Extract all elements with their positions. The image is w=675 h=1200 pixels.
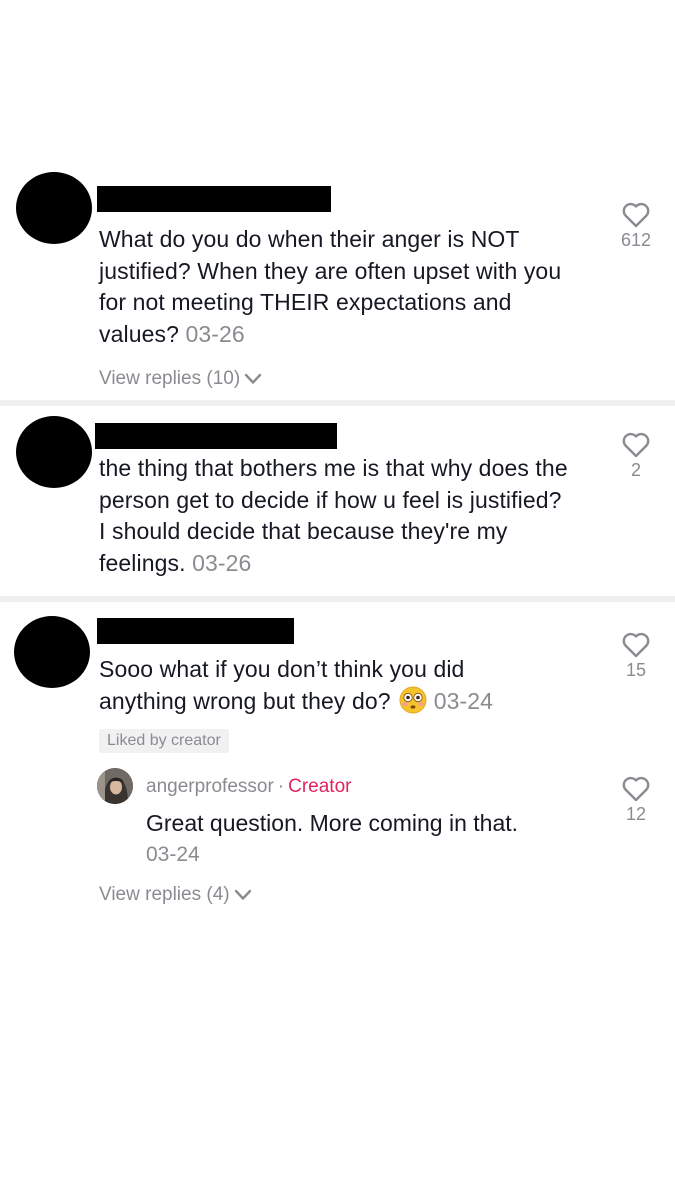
comment-date: 03-26 [192, 549, 252, 576]
comment-body: anything wrong but they do? [99, 687, 398, 714]
creator-label: Creator [288, 776, 352, 797]
like-count: 612 [620, 230, 652, 250]
comment-date: 03-24 [433, 687, 494, 714]
view-replies-label: View replies (4) [99, 884, 230, 905]
heart-outline-icon [622, 432, 650, 458]
redacted-username[interactable] [97, 186, 331, 212]
comment-2: the thing that bothers me is that why do… [0, 406, 675, 596]
comment-text: the thing that bothers me is that why do… [99, 453, 569, 579]
view-replies-label: View replies (10) [99, 368, 241, 389]
reply-author: angerprofessor · Creator [146, 776, 351, 798]
heart-outline-icon [622, 776, 650, 802]
reply-like-button[interactable]: 12 [606, 776, 666, 825]
comment-1: What do you do when their anger is NOT j… [0, 0, 675, 400]
separator: · [277, 776, 285, 797]
profile-photo [97, 768, 133, 804]
liked-by-creator-badge: Liked by creator [99, 729, 229, 753]
comment-line-2: anything wrong but they do? 03-24 [99, 686, 599, 718]
like-button[interactable]: 2 [606, 432, 666, 481]
comment-line-1: Sooo what if you don’t think you did [99, 656, 465, 682]
comment-body: the thing that bothers me is that why do… [99, 455, 568, 576]
redacted-username[interactable] [97, 618, 294, 644]
reply-body: Great question. More coming in that. [146, 810, 519, 836]
redacted-avatar[interactable] [14, 616, 90, 688]
view-replies-button[interactable]: View replies (4) [99, 884, 252, 906]
like-count: 12 [625, 804, 647, 824]
comment-text: Sooo what if you don’t think you did any… [99, 654, 599, 717]
redacted-avatar[interactable] [16, 416, 92, 488]
comment-text: What do you do when their anger is NOT j… [99, 224, 589, 350]
redacted-username[interactable] [95, 423, 337, 449]
like-count: 15 [625, 660, 647, 680]
redacted-avatar[interactable] [16, 172, 92, 244]
chevron-down-icon [234, 889, 251, 900]
comment-body: What do you do when their anger is NOT j… [99, 226, 562, 347]
comment-date: 03-26 [185, 320, 245, 347]
like-button[interactable]: 15 [606, 632, 666, 681]
comment-3: Sooo what if you don’t think you did any… [0, 602, 675, 932]
like-count: 2 [630, 460, 641, 480]
reply-text: Great question. More coming in that. 03-… [146, 807, 596, 871]
reply-username[interactable]: angerprofessor [146, 776, 274, 797]
view-replies-button[interactable]: View replies (10) [99, 368, 262, 390]
like-button[interactable]: 612 [606, 202, 666, 251]
flushed-face-emoji [399, 686, 427, 713]
chevron-down-icon [244, 373, 262, 384]
reply-date: 03-24 [146, 843, 200, 866]
avatar[interactable] [97, 768, 133, 804]
heart-outline-icon [622, 202, 650, 228]
heart-outline-icon [622, 632, 650, 658]
